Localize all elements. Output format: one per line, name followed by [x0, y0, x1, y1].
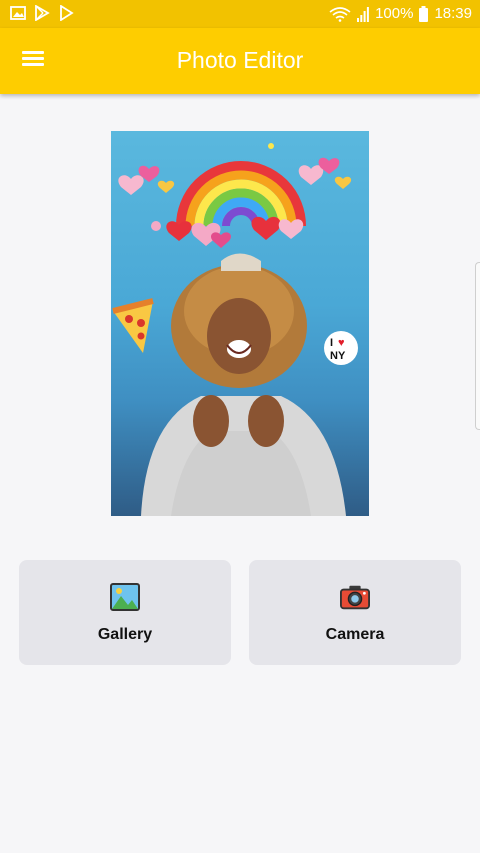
- svg-text:♥: ♥: [338, 337, 345, 349]
- status-left-icons: [10, 5, 74, 21]
- camera-button[interactable]: Camera: [249, 560, 461, 665]
- sample-photo-preview[interactable]: I ♥ NY: [111, 131, 369, 516]
- signal-icon: [357, 6, 369, 22]
- person-photo: [141, 253, 346, 516]
- wifi-icon: [329, 6, 351, 22]
- gallery-button[interactable]: Gallery: [19, 560, 231, 665]
- play-store-icon: [35, 5, 50, 21]
- svg-text:I: I: [330, 337, 333, 349]
- edge-panel-handle[interactable]: [475, 262, 480, 430]
- camera-icon: [340, 585, 370, 610]
- battery-percent: 100%: [375, 5, 414, 22]
- play-icon: [60, 5, 74, 21]
- rainbow-sticker: [176, 161, 306, 227]
- pizza-sticker: [112, 298, 154, 353]
- gallery-label: Gallery: [97, 626, 153, 643]
- page-title: Photo Editor: [176, 47, 304, 73]
- status-right-icons: 100% 18:39: [329, 5, 472, 22]
- battery-icon: [419, 5, 429, 22]
- clock: 18:39: [434, 5, 472, 22]
- svg-text:NY: NY: [330, 350, 346, 362]
- app-toolbar: Photo Editor: [0, 28, 480, 94]
- sample-photo-illustration: I ♥ NY: [112, 143, 358, 516]
- i-love-ny-sticker: I ♥ NY: [324, 331, 358, 365]
- camera-label: Camera: [325, 626, 385, 643]
- gallery-icon: [110, 583, 140, 611]
- status-bar: 100% 18:39: [0, 0, 480, 28]
- image-notification-icon: [10, 6, 26, 20]
